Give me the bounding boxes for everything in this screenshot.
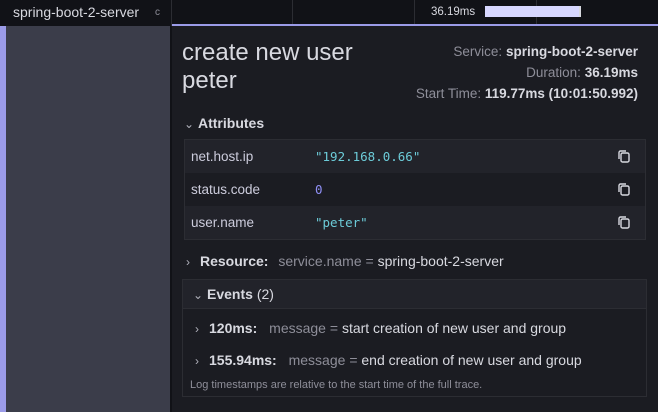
chevron-right-icon: › <box>195 322 199 336</box>
copy-icon[interactable] <box>617 149 631 164</box>
event-value: end creation of new user and group <box>361 352 582 368</box>
duration-label: Duration: <box>526 65 581 80</box>
event-key: message <box>269 320 326 336</box>
event-item[interactable]: › 155.94ms: message = end creation of new… <box>195 352 582 368</box>
attribute-key: status.code <box>191 182 261 197</box>
service-name: spring-boot-2-server <box>13 4 140 20</box>
resource-key: service.name <box>278 253 362 269</box>
event-time: 155.94ms: <box>209 352 277 368</box>
events-note: Log timestamps are relative to the start… <box>190 379 483 391</box>
start-time-value: 119.77ms (10:01:50.992) <box>484 86 638 101</box>
span-duration-label: 36.19ms <box>431 6 476 18</box>
span-title: create new user peter <box>182 39 353 94</box>
attributes-header: Attributes <box>198 115 265 131</box>
span-duration-bar[interactable] <box>485 6 581 17</box>
attribute-row: status.code 0 <box>185 173 645 206</box>
service-value: spring-boot-2-server <box>505 44 638 59</box>
span-detail-panel: create new user peter Service: spring-bo… <box>172 26 658 412</box>
operation-name: c <box>155 7 160 18</box>
chevron-right-icon: › <box>195 354 199 368</box>
event-time: 120ms: <box>209 320 258 336</box>
event-eq: = <box>329 320 339 336</box>
attributes-toggle[interactable]: ⌄ Attributes <box>184 115 264 131</box>
event-item[interactable]: › 120ms: message = start creation of new … <box>195 320 566 336</box>
resource-eq: = <box>365 253 374 269</box>
span-timeline-row[interactable]: spring-boot-2-server c 36.19ms <box>0 0 658 26</box>
event-eq: = <box>349 352 358 368</box>
attribute-value: "192.168.0.66" <box>315 149 421 164</box>
span-name-cell[interactable]: spring-boot-2-server c <box>0 0 172 26</box>
events-toggle[interactable]: ⌄ Events (2) <box>183 280 646 309</box>
attribute-key: net.host.ip <box>191 149 254 164</box>
event-value: start creation of new user and group <box>341 320 567 336</box>
resource-value: spring-boot-2-server <box>377 253 504 269</box>
events-count: (2) <box>256 286 274 302</box>
duration-value: 36.19ms <box>584 65 638 80</box>
attribute-value: "peter" <box>315 215 368 230</box>
chevron-down-icon: ⌄ <box>193 288 204 302</box>
events-section: ⌄ Events (2) › 120ms: message = start crea… <box>182 279 647 397</box>
events-header-row: ⌄ Events (2) <box>193 286 274 302</box>
attribute-row: user.name "peter" <box>185 206 645 239</box>
event-key: message <box>288 352 346 368</box>
span-tree-gutter <box>0 26 172 412</box>
copy-icon[interactable] <box>617 182 631 197</box>
service-label: Service: <box>453 44 503 59</box>
timeline-tick <box>414 0 415 24</box>
start-time-label: Start Time: <box>415 86 482 101</box>
attribute-value: 0 <box>315 182 323 197</box>
resource-label: Resource: <box>200 253 269 269</box>
events-header: Events <box>207 286 253 302</box>
service-color-stripe <box>0 26 6 412</box>
resource-toggle[interactable]: › Resource: service.name = spring-boot-2-… <box>186 253 504 269</box>
attributes-table: net.host.ip "192.168.0.66" status.code 0… <box>184 139 646 240</box>
timeline-tick <box>292 0 293 24</box>
attribute-row: net.host.ip "192.168.0.66" <box>185 140 645 173</box>
span-overview: Service: spring-boot-2-server Duration: … <box>416 41 638 104</box>
chevron-right-icon: › <box>186 255 190 269</box>
chevron-down-icon: ⌄ <box>184 117 195 131</box>
attribute-key: user.name <box>191 215 255 230</box>
copy-icon[interactable] <box>617 215 631 230</box>
